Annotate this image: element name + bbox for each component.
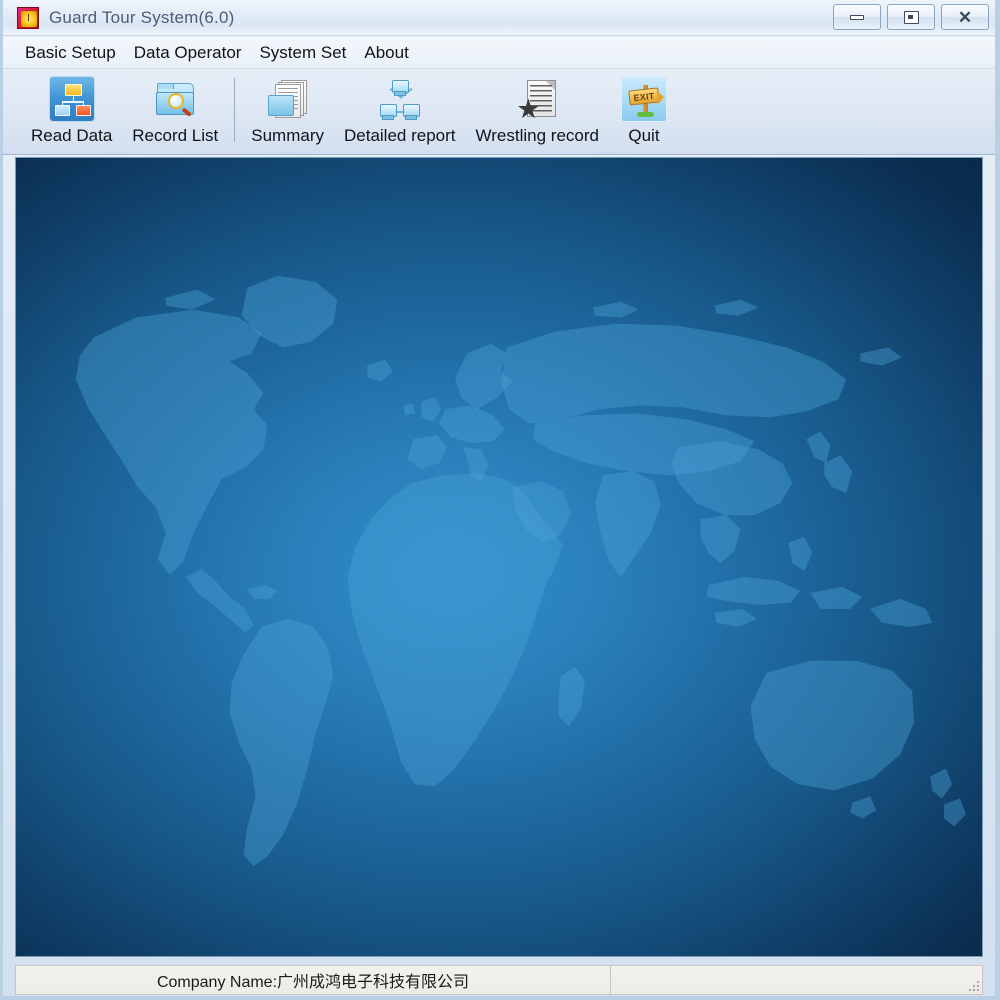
starred-document-icon: ★ (514, 76, 560, 123)
title-bar: Guard Tour System(6.0) ✕ (3, 0, 995, 36)
toolbar-button-detailed-report[interactable]: Detailed report (334, 74, 466, 146)
folder-search-icon (152, 76, 198, 122)
menu-item-about[interactable]: About (355, 40, 417, 66)
window-title: Guard Tour System(6.0) (49, 7, 235, 27)
status-company-cell: Company Name:广州成鸿电子科技有限公司 (16, 966, 611, 994)
restore-button[interactable] (887, 4, 935, 30)
toolbar-button-wrestling-record[interactable]: ★ Wrestling record (466, 74, 609, 146)
toolbar-button-quit[interactable]: EXIT Quit (609, 74, 679, 146)
restore-icon (903, 10, 919, 24)
status-empty-cell (611, 966, 982, 994)
toolbar-label-wrestling-record: Wrestling record (475, 126, 599, 145)
menu-item-basic-setup[interactable]: Basic Setup (16, 40, 125, 66)
application-window: Guard Tour System(6.0) ✕ Basic Setup Dat… (0, 0, 1000, 1000)
toolbar-button-summary[interactable]: Summary (241, 74, 334, 146)
org-chart-icon (48, 76, 95, 122)
exit-sign-icon: EXIT (620, 76, 667, 122)
company-name-label: Company Name:广州成鸿电子科技有限公司 (156, 974, 470, 991)
world-map-panel (15, 157, 983, 957)
close-icon: ✕ (957, 7, 973, 27)
close-button[interactable]: ✕ (941, 4, 989, 30)
toolbar: Read Data Record List Summary Detailed r… (3, 70, 995, 155)
clock-icon (17, 6, 39, 29)
minimize-icon (850, 14, 864, 20)
toolbar-label-summary: Summary (251, 126, 324, 145)
toolbar-label-detailed-report: Detailed report (344, 126, 456, 145)
status-bar: Company Name:广州成鸿电子科技有限公司 (15, 965, 983, 995)
toolbar-label-read-data: Read Data (31, 126, 113, 145)
menu-item-system-set[interactable]: System Set (250, 40, 355, 66)
resize-grip-icon[interactable] (966, 978, 979, 991)
exit-sign-label: EXIT (632, 90, 656, 103)
toolbar-separator (234, 78, 236, 142)
toolbar-button-read-data[interactable]: Read Data (21, 74, 122, 146)
window-controls: ✕ (833, 4, 989, 30)
menu-item-data-operator[interactable]: Data Operator (125, 40, 251, 66)
toolbar-label-quit: Quit (628, 126, 660, 145)
world-map-image (75, 275, 967, 867)
minimize-button[interactable] (833, 4, 881, 30)
menu-bar: Basic Setup Data Operator System Set Abo… (3, 37, 995, 69)
network-computers-icon (377, 76, 423, 122)
toolbar-label-record-list: Record List (132, 126, 219, 145)
toolbar-button-record-list[interactable]: Record List (122, 74, 228, 146)
documents-folder-icon (265, 76, 311, 122)
